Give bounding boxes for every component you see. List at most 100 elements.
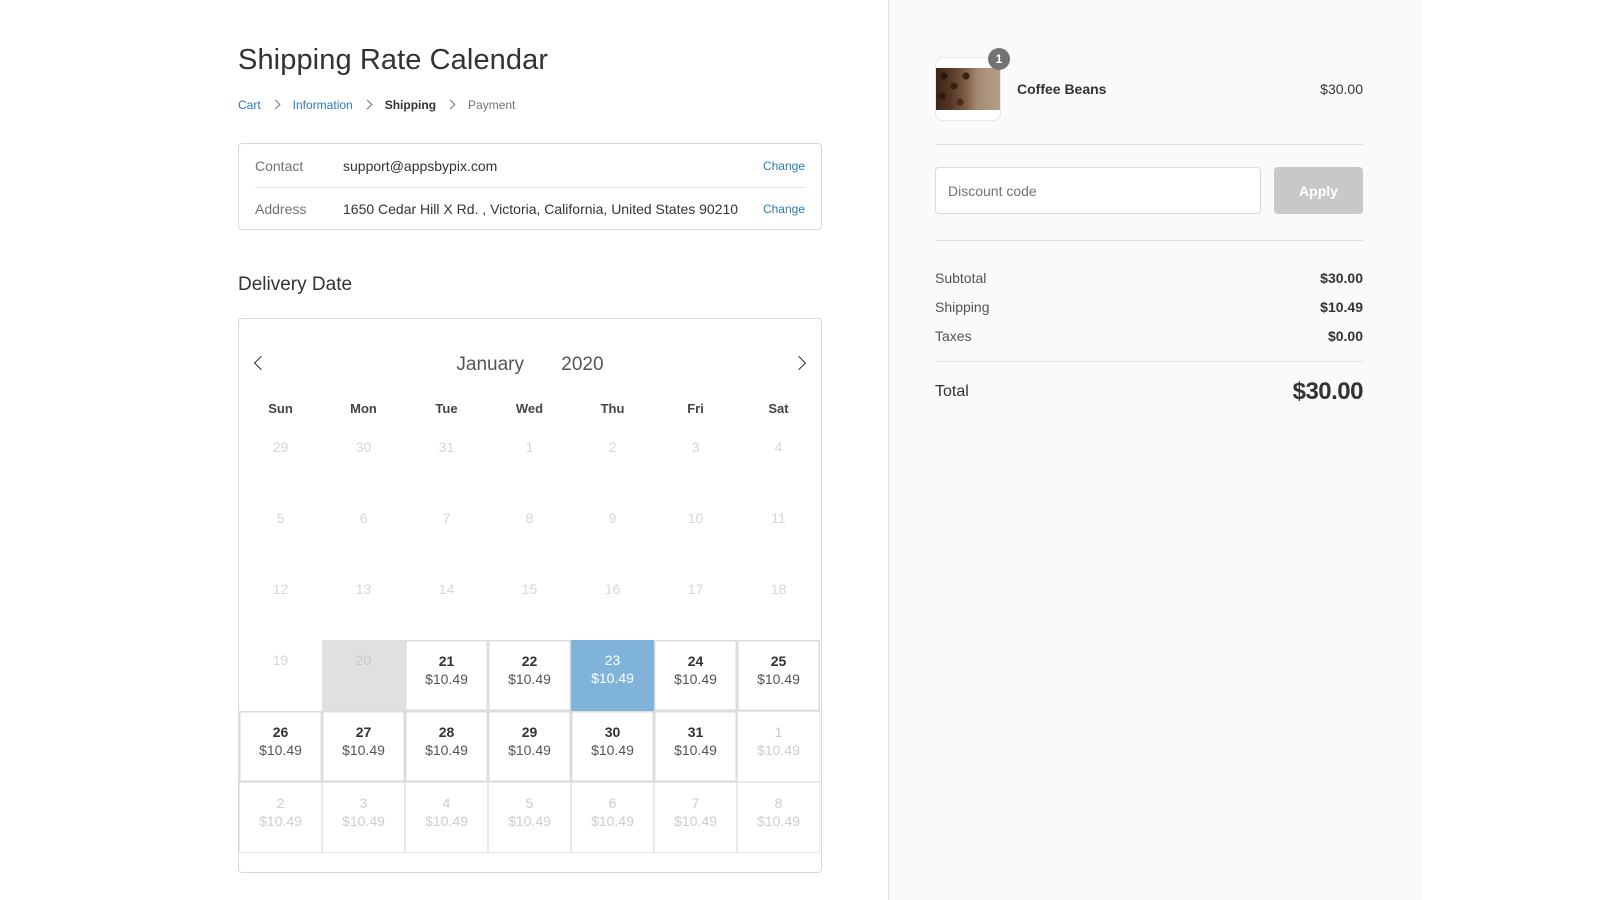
calendar-month-year: January 2020 bbox=[239, 354, 821, 376]
day-number: 2 bbox=[276, 795, 285, 811]
day-shipping-rate: $10.49 bbox=[757, 671, 800, 687]
calendar-header: January 2020 bbox=[239, 319, 821, 397]
day-shipping-rate: $10.49 bbox=[757, 742, 800, 758]
contact-label: Contact bbox=[255, 157, 304, 174]
day-number: 3 bbox=[359, 795, 368, 811]
calendar-day: 2 $10.49 bbox=[239, 782, 322, 853]
calendar-day[interactable]: 24 $10.49 bbox=[654, 640, 737, 711]
calendar-week: 29 30 31 1 2 3 4 bbox=[239, 427, 821, 498]
line-item: 1 Coffee Beans $30.00 bbox=[935, 48, 1363, 121]
chevron-right-icon bbox=[442, 98, 464, 112]
day-number: 24 bbox=[687, 653, 704, 669]
calendar-day: 5 $10.49 bbox=[488, 782, 571, 853]
day-shipping-rate: $10.49 bbox=[757, 813, 800, 829]
day-shipping-rate: $10.49 bbox=[591, 742, 634, 758]
chevron-right-icon bbox=[267, 98, 289, 112]
subtotal-label: Subtotal bbox=[935, 269, 987, 286]
day-number: 11 bbox=[771, 510, 786, 526]
calendar-day: 1 $10.49 bbox=[737, 711, 820, 782]
review-row-contact: Contact support@appsbypix.com Change bbox=[239, 144, 821, 187]
calendar-day: 1 bbox=[488, 427, 571, 498]
discount-code-input[interactable] bbox=[935, 167, 1261, 214]
calendar-day: 19 bbox=[239, 640, 322, 711]
day-number: 10 bbox=[687, 510, 704, 526]
calendar-day[interactable]: 23 $10.49 bbox=[571, 640, 654, 711]
breadcrumb-information[interactable]: Information bbox=[293, 98, 353, 112]
day-number: 16 bbox=[604, 581, 621, 597]
order-summary-panel bbox=[888, 0, 1422, 900]
day-number: 2 bbox=[608, 439, 617, 455]
day-number: 30 bbox=[604, 724, 621, 740]
product-name: Coffee Beans bbox=[1017, 81, 1107, 97]
review-block: Contact support@appsbypix.com Change Add… bbox=[238, 143, 822, 230]
calendar-day[interactable]: 31 $10.49 bbox=[654, 711, 737, 782]
total-value: $30.00 bbox=[1292, 378, 1364, 405]
shipping-value: $10.49 bbox=[1320, 298, 1363, 315]
day-number: 17 bbox=[687, 581, 704, 597]
taxes-label: Taxes bbox=[935, 327, 972, 344]
calendar-day: 4 bbox=[737, 427, 820, 498]
calendar-day: 3 bbox=[654, 427, 737, 498]
apply-button[interactable]: Apply bbox=[1274, 167, 1363, 214]
day-number: 26 bbox=[272, 724, 289, 740]
address-label: Address bbox=[255, 200, 307, 217]
day-number: 30 bbox=[355, 439, 372, 455]
day-shipping-rate: $10.49 bbox=[591, 670, 634, 686]
day-shipping-rate: $10.49 bbox=[674, 742, 717, 758]
calendar-day[interactable]: 27 $10.49 bbox=[322, 711, 405, 782]
calendar-week: 2 $10.49 3 $10.49 4 $10.49 5 $10.49 6 $10.49 7 $10.… bbox=[239, 782, 821, 853]
product-thumbnail: 1 bbox=[935, 48, 1010, 121]
calendar-day: 29 bbox=[239, 427, 322, 498]
calendar-day: 15 bbox=[488, 569, 571, 640]
day-shipping-rate: $10.49 bbox=[425, 742, 468, 758]
day-number: 27 bbox=[355, 724, 372, 740]
shipping-row: Shipping $10.49 bbox=[935, 292, 1363, 321]
day-number: 9 bbox=[608, 510, 617, 526]
calendar-day: 11 bbox=[737, 498, 820, 569]
calendar-day: 18 bbox=[737, 569, 820, 640]
calendar-day[interactable]: 26 $10.49 bbox=[239, 711, 322, 782]
calendar-day[interactable]: 25 $10.49 bbox=[737, 640, 820, 711]
day-number: 19 bbox=[272, 652, 289, 668]
taxes-row: Taxes $0.00 bbox=[935, 321, 1363, 350]
day-number: 5 bbox=[525, 795, 534, 811]
day-number: 13 bbox=[355, 581, 372, 597]
calendar-day[interactable]: 30 $10.49 bbox=[571, 711, 654, 782]
calendar-day: 7 $10.49 bbox=[654, 782, 737, 853]
change-contact-link[interactable]: Change bbox=[763, 159, 805, 173]
day-number: 4 bbox=[442, 795, 451, 811]
chevron-right-icon[interactable] bbox=[793, 355, 809, 371]
calendar-day: 9 bbox=[571, 498, 654, 569]
day-shipping-rate: $10.49 bbox=[674, 813, 717, 829]
shipping-label: Shipping bbox=[935, 298, 990, 315]
subtotal-value: $30.00 bbox=[1320, 269, 1363, 286]
weekday-label: Thu bbox=[600, 401, 625, 416]
divider bbox=[935, 361, 1363, 362]
calendar-day[interactable]: 22 $10.49 bbox=[488, 640, 571, 711]
chevron-right-icon bbox=[359, 98, 381, 112]
day-number: 14 bbox=[438, 581, 455, 597]
day-number: 25 bbox=[770, 653, 787, 669]
day-number: 4 bbox=[774, 439, 783, 455]
calendar-day: 6 bbox=[322, 498, 405, 569]
weekday-label: Wed bbox=[515, 401, 544, 416]
day-number: 31 bbox=[687, 724, 704, 740]
calendar-day: 8 $10.49 bbox=[737, 782, 820, 853]
weekday-label: Fri bbox=[687, 401, 704, 416]
calendar-day[interactable]: 29 $10.49 bbox=[488, 711, 571, 782]
calendar-day: 2 bbox=[571, 427, 654, 498]
cost-summary: Subtotal $30.00 Shipping $10.49 Taxes $0… bbox=[935, 263, 1363, 350]
calendar-day: 7 bbox=[405, 498, 488, 569]
breadcrumb-cart[interactable]: Cart bbox=[238, 98, 261, 112]
weekday-label: Mon bbox=[350, 401, 377, 416]
calendar-day: 30 bbox=[322, 427, 405, 498]
day-shipping-rate: $10.49 bbox=[425, 813, 468, 829]
day-number: 7 bbox=[442, 510, 451, 526]
change-address-link[interactable]: Change bbox=[763, 202, 805, 216]
divider bbox=[935, 144, 1363, 145]
calendar-day: 4 $10.49 bbox=[405, 782, 488, 853]
total-row: Total $30.00 bbox=[935, 378, 1364, 406]
calendar-day[interactable]: 28 $10.49 bbox=[405, 711, 488, 782]
calendar-day[interactable]: 21 $10.49 bbox=[405, 640, 488, 711]
day-number: 29 bbox=[521, 724, 538, 740]
